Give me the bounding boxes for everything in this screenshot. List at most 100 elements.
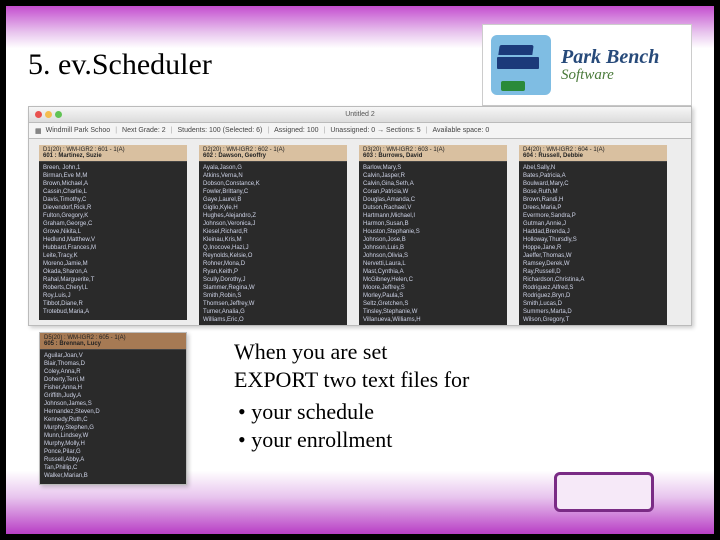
list-item[interactable]: Thomsen,Jeffrey,W [203,300,343,308]
list-item[interactable]: McGibney,Helen,C [363,276,503,284]
zoom-icon[interactable] [55,111,62,118]
list-item[interactable]: Nervetti,Laura,L [363,260,503,268]
list-item[interactable]: Graham,George,C [43,220,183,228]
list-item[interactable]: Johnson,James,S [44,400,182,408]
list-item[interactable]: Brown,Michael,A [43,180,183,188]
list-item[interactable]: Williams,Eric,O [203,316,343,324]
list-item[interactable]: Atkins,Verna,N [203,172,343,180]
list-item[interactable]: Kennedy,Ruth,C [44,416,182,424]
list-item[interactable]: Abel,Sally,N [523,164,663,172]
list-item[interactable]: Mast,Cynthia,A [363,268,503,276]
list-item[interactable]: Hedlund,Matthew,V [43,236,183,244]
list-item[interactable]: Kiesel,Richard,R [203,228,343,236]
list-item[interactable]: Rodriguez,Alfred,S [523,284,663,292]
list-item[interactable]: Slammer,Regina,W [203,284,343,292]
list-item[interactable]: Smith,Robin,S [203,292,343,300]
list-item[interactable]: Leite,Tracy,K [43,252,183,260]
list-item[interactable]: Jaeffer,Thomas,W [523,252,663,260]
list-item[interactable]: Ryan,Keith,P [203,268,343,276]
close-icon[interactable] [35,111,42,118]
list-item[interactable]: Summers,Marta,D [523,308,663,316]
list-item[interactable]: Fowler,Brittany,C [203,188,343,196]
list-item[interactable]: Ponce,Pilar,G [44,448,182,456]
list-item[interactable]: Kleinau,Kris,M [203,236,343,244]
list-item[interactable]: Hoppe,Jane,R [523,244,663,252]
list-item[interactable]: Tibbot,Diane,R [43,300,183,308]
section-panel-1[interactable]: D1(20) : WM-IGR2 : 601 - 1(A) 601 : Mart… [39,145,187,320]
list-item[interactable]: Haddad,Brenda,J [523,228,663,236]
list-item[interactable]: Murphy,Molly,H [44,440,182,448]
grade-value[interactable]: 2 [162,127,166,134]
list-item[interactable]: Griffith,Judy,A [44,392,182,400]
list-item[interactable]: Brown,Randi,H [523,196,663,204]
list-item[interactable]: Calvin,Jasper,R [363,172,503,180]
list-item[interactable]: Drees,Maria,P [523,204,663,212]
section-panel-5[interactable]: D5(20) : WM-IGR2 : 605 - 1(A) 605 : Bren… [39,332,187,485]
list-item[interactable]: Calvin,Gina,Seth,A [363,180,503,188]
list-item[interactable]: Smith,Lucas,D [523,300,663,308]
list-item[interactable]: Dutson,Rachael,V [363,204,503,212]
list-item[interactable]: Hughes,Alejandro,Z [203,212,343,220]
window-controls[interactable] [35,111,62,118]
list-item[interactable]: Blair,Thomas,D [44,360,182,368]
list-item[interactable]: Barlow,Mary,S [363,164,503,172]
list-item[interactable]: Fisher,Anna,H [44,384,182,392]
list-item[interactable]: Gaye,Laurel,B [203,196,343,204]
list-item[interactable]: Richardson,Christina,A [523,276,663,284]
list-item[interactable]: Moreno,Jamie,M [43,260,183,268]
list-item[interactable]: Rodriguez,Bryn,D [523,292,663,300]
list-item[interactable]: Bates,Patricia,A [523,172,663,180]
list-item[interactable]: Johnson,Veronica,J [203,220,343,228]
list-item[interactable]: Birman,Eve M,M [43,172,183,180]
list-item[interactable]: Boulward,Mary,C [523,180,663,188]
list-item[interactable]: Gutman,Annie,J [523,220,663,228]
list-item[interactable]: Houston,Stephanie,S [363,228,503,236]
list-item[interactable]: Roy,Luis,J [43,292,183,300]
list-item[interactable]: Tan,Phillip,C [44,464,182,472]
list-item[interactable]: Trotebud,Maria,A [43,308,183,316]
list-item[interactable]: Johnson,Jose,B [363,236,503,244]
section-panel-4[interactable]: D4(20) : WM-IGR2 : 604 - 1(A) 604 : Russ… [519,145,667,326]
list-item[interactable]: Reynolds,Kelsie,O [203,252,343,260]
list-item[interactable]: Cassin,Charlie,L [43,188,183,196]
list-item[interactable]: Davis,Timothy,C [43,196,183,204]
list-item[interactable]: Wilson,Gregory,T [523,316,663,324]
list-item[interactable]: Seltz,Gretchen,S [363,300,503,308]
list-item[interactable]: Turner,Analia,G [203,308,343,316]
list-item[interactable]: Morley,Paula,S [363,292,503,300]
list-item[interactable]: Moore,Jeffrey,S [363,284,503,292]
list-item[interactable]: Rahal,Marguerite,T [43,276,183,284]
section-panel-3[interactable]: D3(20) : WM-IGR2 : 603 - 1(A) 603 : Burr… [359,145,507,326]
list-item[interactable]: Okada,Sharon,A [43,268,183,276]
list-item[interactable]: Hartmann,Michael,I [363,212,503,220]
list-item[interactable]: Rohner,Mona,D [203,260,343,268]
list-item[interactable]: Aguilar,Joan,V [44,352,182,360]
list-item[interactable]: Hernandez,Steven,D [44,408,182,416]
list-item[interactable]: Evermore,Sandra,P [523,212,663,220]
list-item[interactable]: Ray,Russell,D [523,268,663,276]
list-item[interactable]: Roberts,Cheryl,L [43,284,183,292]
list-item[interactable]: Giglio,Kyle,H [203,204,343,212]
list-item[interactable]: Dobson,Constance,K [203,180,343,188]
list-item[interactable]: Fulton,Gregory,K [43,212,183,220]
list-item[interactable]: Munn,Lindsey,W [44,432,182,440]
list-item[interactable]: Q,Inocove,Hazi,J [203,244,343,252]
list-item[interactable]: Russell,Abby,A [44,456,182,464]
list-item[interactable]: Hubbard,Frances,M [43,244,183,252]
list-item[interactable]: Coran,Patricia,W [363,188,503,196]
list-item[interactable]: Doherty,Terri,M [44,376,182,384]
list-item[interactable]: Murphy,Stephen,G [44,424,182,432]
list-item[interactable]: Grove,Nikita,L [43,228,183,236]
list-item[interactable]: Johnson,Luis,B [363,244,503,252]
list-item[interactable]: Scully,Dorothy,J [203,276,343,284]
list-item[interactable]: Johnson,Olivia,S [363,252,503,260]
list-item[interactable]: Villanueva,Williams,H [363,316,503,324]
list-item[interactable]: Coley,Anna,R [44,368,182,376]
minimize-icon[interactable] [45,111,52,118]
list-item[interactable]: Harmon,Susan,B [363,220,503,228]
list-item[interactable]: Douglas,Amanda,C [363,196,503,204]
toolbar-icon[interactable]: ▦ [35,127,42,135]
list-item[interactable]: Tinsley,Stephanie,W [363,308,503,316]
list-item[interactable]: Ramsey,Derek,W [523,260,663,268]
section-panel-2[interactable]: D2(20) : WM-IGR2 : 602 - 1(A) 602 : Daws… [199,145,347,326]
